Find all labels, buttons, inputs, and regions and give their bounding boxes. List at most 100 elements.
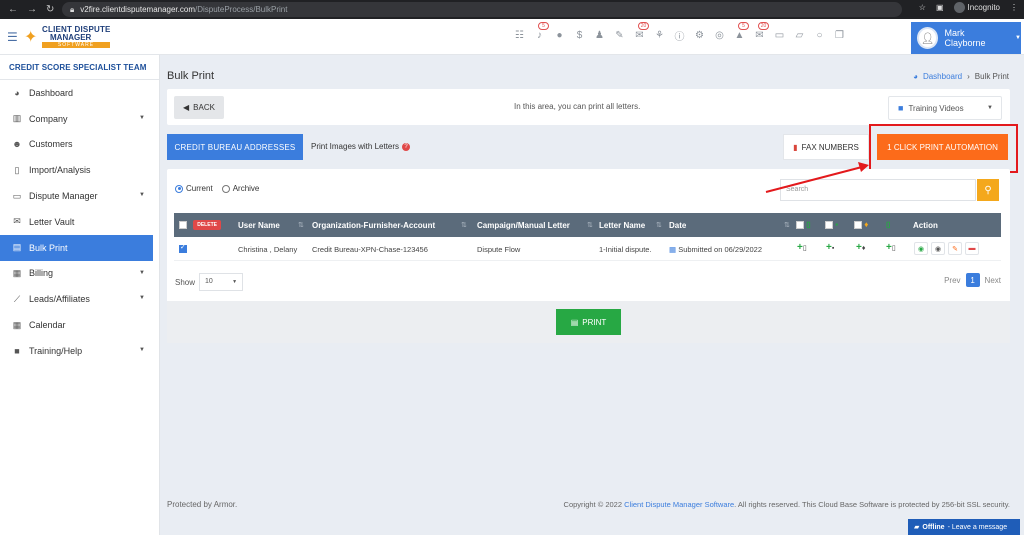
tasks-icon[interactable]: ☷	[512, 28, 527, 43]
col-2-checkbox[interactable]	[825, 220, 833, 229]
radio-archive[interactable]: Archive	[221, 184, 259, 193]
sidebar-item-import-analysis[interactable]: ▯ Import/Analysis	[0, 157, 159, 183]
copyright-link[interactable]: Client Dispute Manager Software	[624, 500, 734, 509]
page-size-value: 10	[205, 278, 213, 285]
logo-line3: SOFTWARE	[42, 42, 110, 48]
calendar-icon: ▦	[12, 319, 22, 330]
browser-nav: ← → ↻	[0, 4, 62, 15]
col-user-name[interactable]: User Name	[238, 221, 280, 230]
browser-right-controls: ☆ ▣ Incognito ⋮	[919, 2, 1018, 13]
copy-icon[interactable]: ❐	[832, 28, 847, 43]
sidebar-item-billing[interactable]: ▦ Billing ▼	[0, 261, 159, 287]
search-input[interactable]: Search	[780, 179, 976, 201]
mail-icon[interactable]: ✉ 20	[632, 22, 649, 43]
star-icon[interactable]: ☆	[919, 3, 926, 12]
select-all-checkbox[interactable]	[179, 221, 187, 229]
sidebar-item-calendar[interactable]: ▦ Calendar	[0, 312, 159, 338]
radio-current[interactable]: Current	[175, 184, 213, 193]
training-videos-dropdown[interactable]: ■ Training Videos ▼	[888, 96, 1002, 120]
bell-icon[interactable]: ♪ 5	[532, 22, 549, 43]
print-images-option[interactable]: Print Images with Letters ?	[311, 142, 411, 151]
chat-status: Offline	[922, 523, 945, 531]
logo[interactable]: ✦ CLIENT DISPUTE MANAGER SOFTWARE	[24, 24, 112, 50]
page-title: Bulk Print	[167, 70, 215, 82]
inbox-icon[interactable]: ▱	[792, 28, 807, 43]
radio-archive-dot	[221, 184, 230, 193]
col-1-checkbox[interactable]	[796, 220, 804, 229]
sort-icon[interactable]: ⇅	[656, 221, 662, 229]
page-number-button[interactable]: 1	[965, 273, 980, 287]
reload-icon[interactable]: ↻	[46, 4, 54, 15]
sort-icon[interactable]: ⇅	[298, 221, 304, 229]
edit-icon[interactable]: ✎	[612, 28, 627, 43]
user-menu[interactable]: 👤︎ Mark Clayborne ▼	[911, 22, 1021, 54]
sidebar-item-bulk-print[interactable]: ▤ Bulk Print	[0, 234, 153, 261]
delete-button[interactable]: DELETE	[193, 220, 221, 230]
search-button[interactable]: ⚲	[977, 179, 999, 201]
lock-icon: 🔒︎	[70, 4, 75, 14]
training-videos-label: Training Videos	[908, 103, 964, 113]
forward-arrow-icon[interactable]: →	[27, 4, 37, 15]
money-icon[interactable]: ▭	[772, 28, 787, 43]
col-org[interactable]: Organization-Furnisher-Account	[312, 221, 435, 230]
affiliate-icon[interactable]: ♟	[592, 28, 607, 43]
map-marker-icon: ♦	[861, 245, 866, 252]
sidebar-item-company[interactable]: ▥ Company ▼	[0, 106, 159, 132]
users-icon: ☻	[12, 139, 22, 150]
letters-card: Current Archive Search ⚲ DELETE User Nam…	[167, 169, 1010, 343]
prev-button[interactable]: Prev	[944, 276, 960, 285]
incognito-indicator[interactable]: Incognito	[953, 2, 1000, 13]
client-icon[interactable]: ●	[552, 28, 567, 43]
view-icon[interactable]: ◉	[914, 242, 928, 255]
edit-icon[interactable]: ✎	[948, 242, 962, 255]
org-chart-icon[interactable]: ⚘	[652, 28, 667, 43]
billing-icon: ▦	[12, 267, 22, 278]
browser-menu-icon[interactable]: ⋮	[1010, 3, 1018, 12]
col-3-checkbox[interactable]	[854, 220, 862, 229]
fax-numbers-button[interactable]: ▮ FAX NUMBERS	[783, 134, 869, 160]
sidebar-item-letter-vault[interactable]: ✉ Letter Vault	[0, 209, 159, 235]
col-campaign[interactable]: Campaign/Manual Letter	[477, 221, 570, 230]
warning-icon[interactable]: ▲ 5	[732, 22, 749, 43]
dollar-circle-icon[interactable]: ◎	[712, 28, 727, 43]
add-file-cell: +▯	[886, 242, 896, 253]
breadcrumb-current: Bulk Print	[974, 72, 1009, 81]
incognito-label: Incognito	[967, 3, 1000, 12]
sort-icon[interactable]: ⇅	[784, 221, 790, 229]
dollar-icon[interactable]: $	[572, 28, 587, 43]
sort-icon[interactable]: ⇅	[461, 221, 467, 229]
sidebar-item-dispute-manager[interactable]: ▭ Dispute Manager ▼	[0, 183, 159, 209]
print-button[interactable]: ▤ PRINT	[556, 309, 621, 335]
page-size-select[interactable]: 10 ▼	[199, 273, 244, 291]
pagination: Prev 1 Next	[944, 273, 1001, 287]
sidebar-item-leads-affiliates[interactable]: ⟋ Leads/Affiliates ▼	[0, 286, 159, 312]
sidebar-item-customers[interactable]: ☻ Customers	[0, 132, 159, 158]
trash-icon[interactable]: ▬	[965, 242, 979, 255]
sidebar-item-dashboard[interactable]: ◕ Dashboard	[0, 80, 159, 106]
sidebar-item-label: Letter Vault	[29, 216, 75, 227]
sidebar-item-label: Customers	[29, 139, 73, 150]
hamburger-icon[interactable]: ☰	[7, 30, 18, 44]
sidebar-item-training-help[interactable]: ■ Training/Help ▼	[0, 338, 159, 364]
info-icon[interactable]: ⓘ	[672, 28, 687, 43]
col-date[interactable]: Date	[669, 221, 686, 230]
credit-bureau-addresses-button[interactable]: CREDIT BUREAU ADDRESSES	[167, 134, 303, 160]
settings-icon[interactable]: ⚙	[692, 28, 707, 43]
preview-icon[interactable]: ◉	[931, 242, 945, 255]
chat-icon[interactable]: ○	[812, 28, 827, 43]
breadcrumb-dashboard[interactable]: Dashboard	[923, 72, 962, 81]
address-bar[interactable]: 🔒︎ v2fire.clientdisputemanager.com/Dispu…	[62, 2, 902, 17]
cell-org: Credit Bureau-XPN-Chase-123456	[312, 245, 428, 254]
sidepanel-icon[interactable]: ▣	[936, 3, 944, 12]
next-button[interactable]: Next	[985, 276, 1001, 285]
back-button[interactable]: ◀ BACK	[174, 96, 224, 119]
cell-user-name: Christina , Delany	[238, 245, 298, 254]
cell-campaign: Dispute Flow	[477, 245, 521, 254]
sort-icon[interactable]: ⇅	[587, 221, 593, 229]
message-icon[interactable]: ✉ 20	[752, 22, 769, 43]
col-letter-name[interactable]: Letter Name	[599, 221, 645, 230]
chat-widget[interactable]: ▰ Offline - Leave a message	[908, 519, 1020, 535]
back-arrow-icon[interactable]: ←	[8, 4, 18, 15]
help-icon[interactable]: ?	[402, 142, 411, 151]
row-checkbox[interactable]	[179, 243, 187, 254]
